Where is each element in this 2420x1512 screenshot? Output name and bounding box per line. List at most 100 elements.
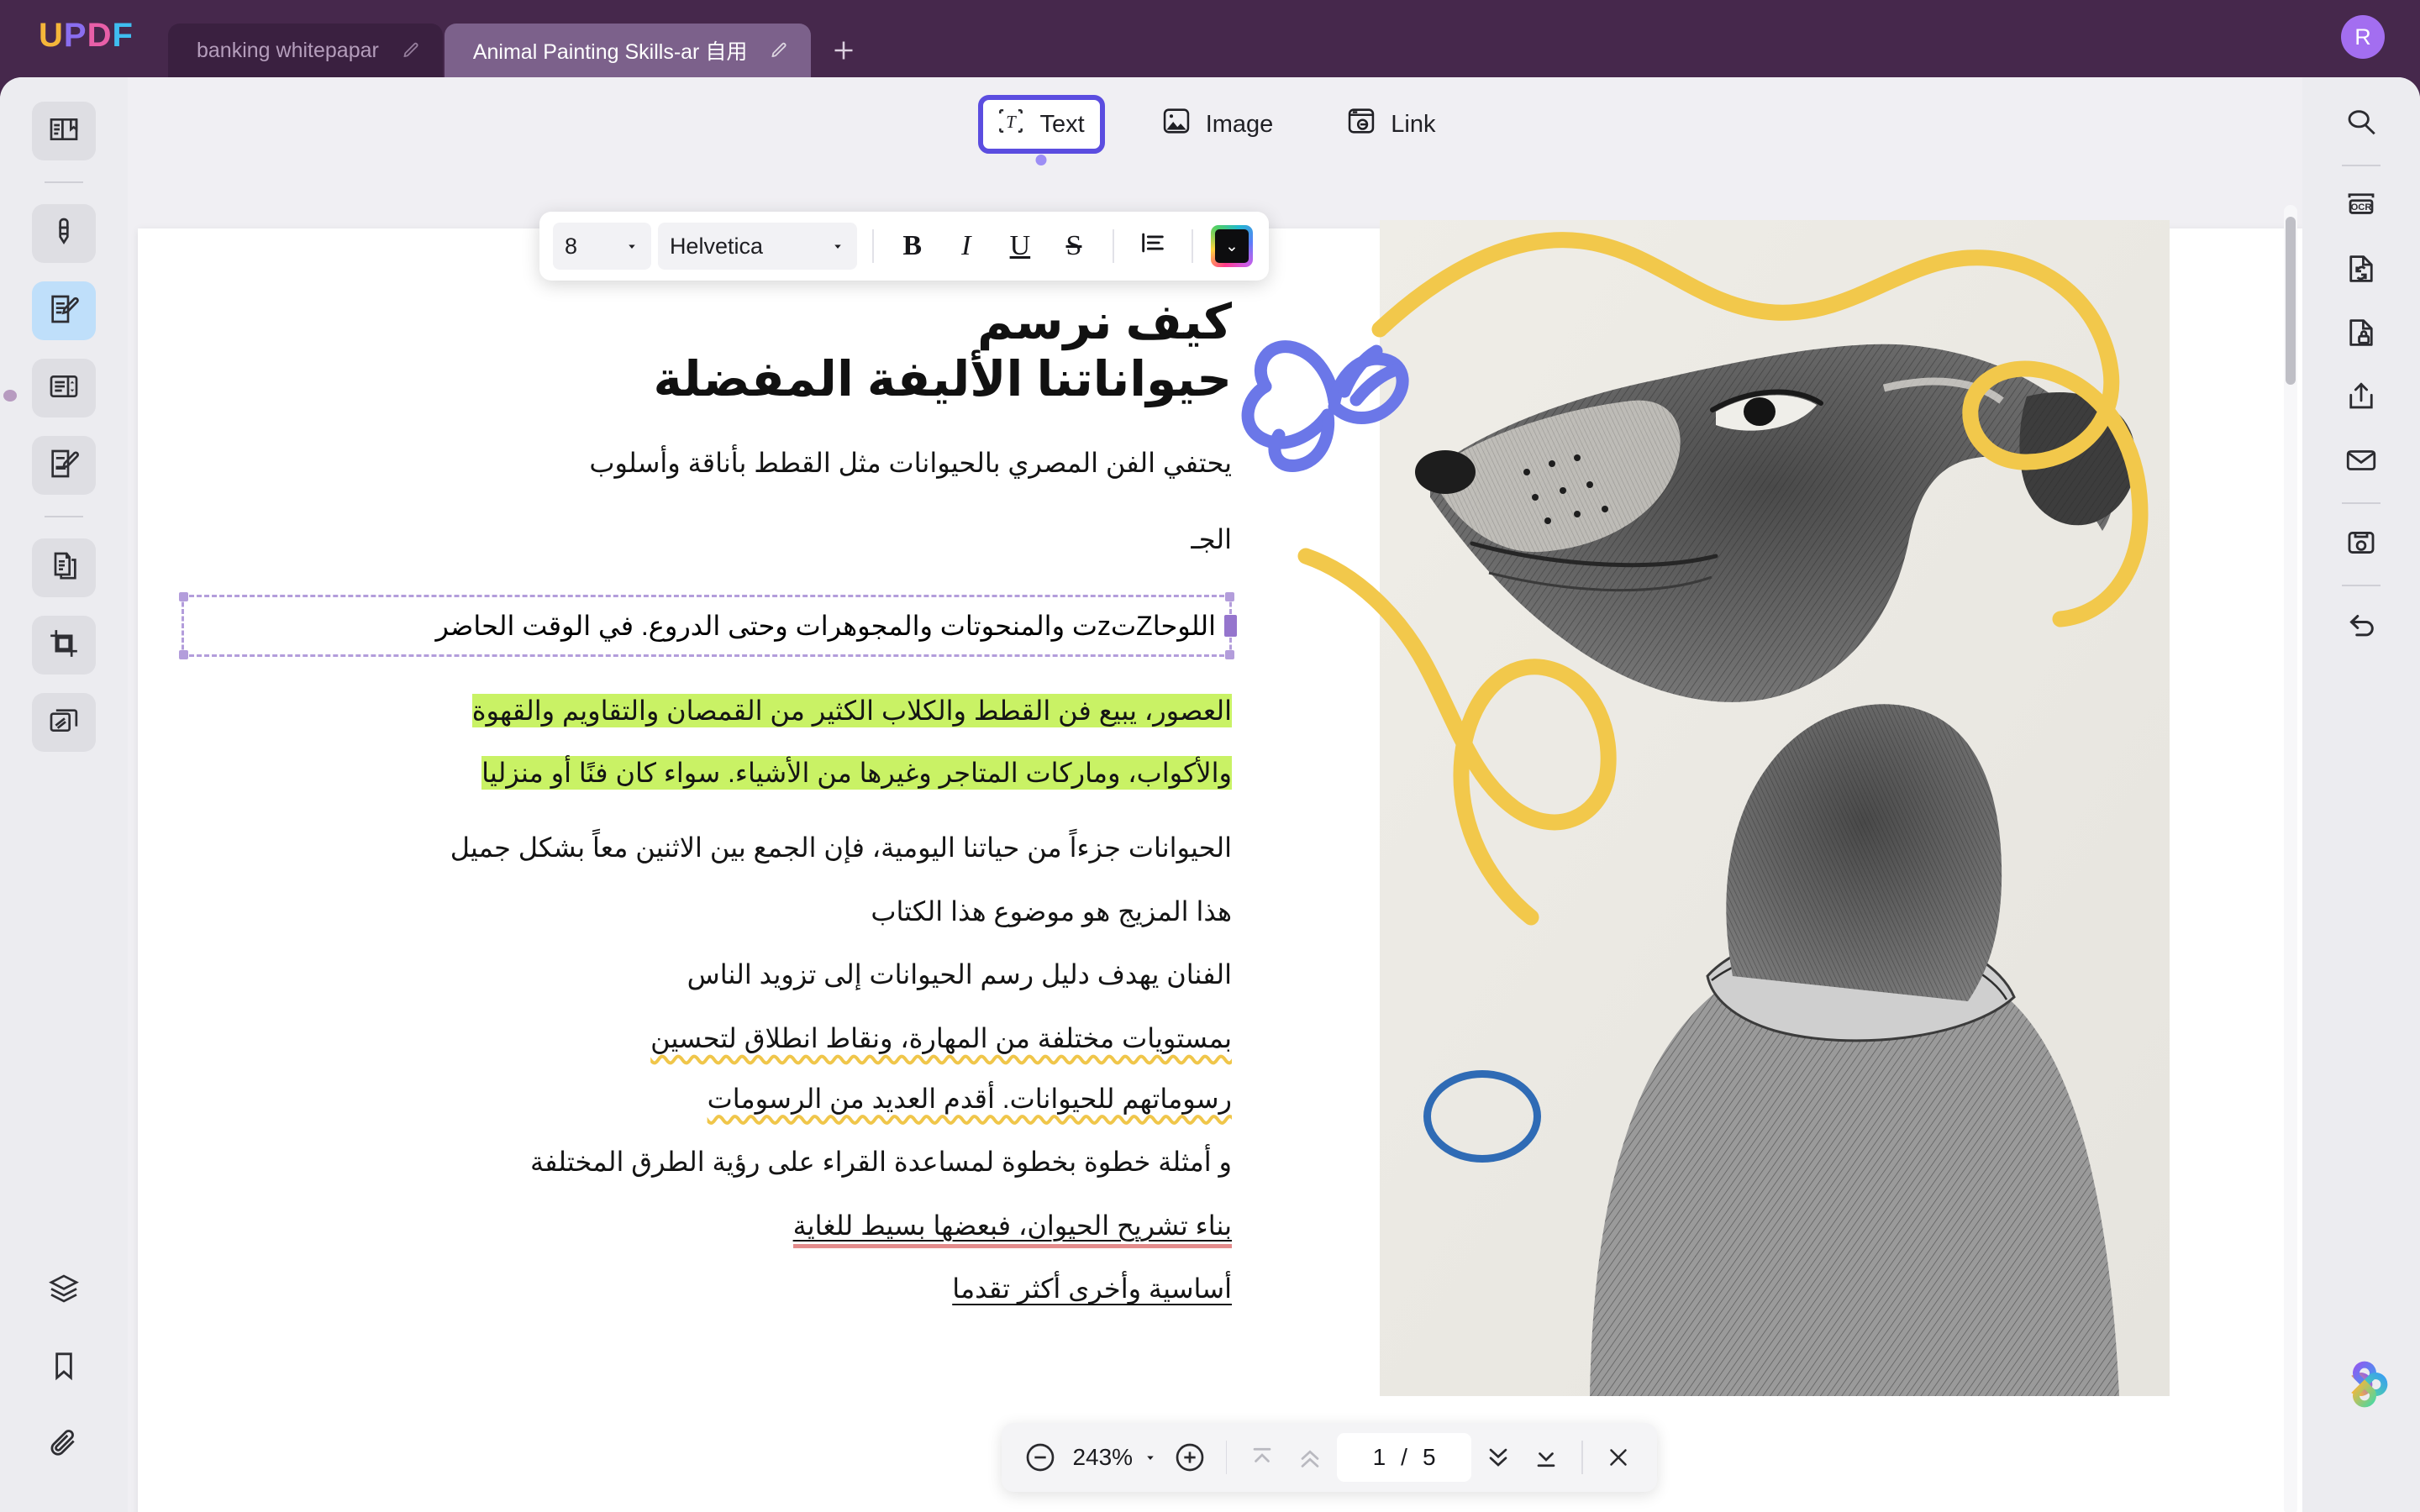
paragraph-11[interactable]: و أمثلة خطوة بخطوة لمساعدة القراء على رؤ… [182,1142,1232,1184]
first-page-button[interactable] [1242,1433,1282,1482]
undo-arrow-icon [2344,607,2379,647]
tab-text[interactable]: T Text [978,95,1105,154]
avatar[interactable]: R [2341,15,2385,59]
text-format-toolbar[interactable]: 8 Helvetica B I U S [539,212,1269,281]
color-swatch-chevron: ⌄ [1215,229,1249,263]
tab-image[interactable]: Image [1144,97,1291,152]
font-size-select[interactable]: 8 [553,223,651,270]
zoom-in-button[interactable] [1170,1433,1210,1482]
paragraph-1[interactable]: يحتفي الفن المصري بالحيوانات مثل القطط ب… [182,443,1232,485]
page-number-field[interactable]: 1 / 5 [1337,1433,1471,1482]
right-item-convert[interactable] [2329,239,2393,302]
right-item-undo[interactable] [2329,595,2393,659]
edit-document-icon [47,292,81,330]
sidebar-item-edit-pdf[interactable] [32,281,96,340]
paragraph-9[interactable]: بمستويات مختلفة من المهارة، ونقاط انطلاق… [182,1018,1232,1060]
next-page-button[interactable] [1478,1433,1518,1482]
sidebar-collapse-handle[interactable] [0,371,22,418]
resize-handle[interactable] [1225,650,1234,659]
align-button[interactable] [1129,222,1176,270]
zoom-level-value: 243% [1072,1444,1133,1471]
svg-text:OCR: OCR [2351,202,2372,212]
resize-handle[interactable] [179,650,188,659]
page-separator: / [1401,1444,1407,1471]
toolbar-divider [1192,229,1193,263]
vertical-scrollbar[interactable] [2284,205,2297,1512]
paragraph-2[interactable]: الجـ [182,519,1232,561]
paragraph-10[interactable]: رسوماتهم للحيوانات. أقدم العديد من الرسو… [182,1079,1232,1121]
active-text-edit-box[interactable]: اللوحاZتzت والمنحوتات والمجوهرات وحتى ال… [182,595,1232,657]
sidebar-item-comment[interactable] [32,204,96,263]
rail-divider [45,181,83,183]
font-family-select[interactable]: Helvetica [658,223,857,270]
right-item-search[interactable] [2329,92,2393,156]
image-dog-pencil-sketch[interactable] [1380,220,2170,1396]
bold-label: B [902,230,922,262]
close-nav-button[interactable] [1598,1433,1639,1482]
pencil-icon[interactable] [769,40,789,60]
tab-link[interactable]: Link [1328,97,1452,152]
sidebar-item-batch[interactable] [32,693,96,752]
underline-button[interactable]: U [997,222,1044,270]
paragraph-8[interactable]: الفنان يهدف دليل رسم الحيوانات إلى تزويد… [182,954,1232,996]
right-item-save-as[interactable] [2329,512,2393,576]
paragraph-13[interactable]: أساسية وأخرى أكثر تقدما [182,1268,1232,1310]
right-item-email[interactable] [2329,430,2393,494]
edit-mode-toolbar: T Text Image [128,77,2302,171]
paragraph-12[interactable]: بناء تشريح الحيوان، فبعضها بسيط للغاية [182,1205,1232,1247]
sidebar-item-crop[interactable] [32,616,96,675]
page-navigation-bar[interactable]: 243% 1 / 5 [1002,1423,1657,1492]
paperclip-icon [47,1426,81,1464]
right-item-share[interactable] [2329,366,2393,430]
file-sync-icon [2344,251,2379,291]
last-page-button[interactable] [1525,1433,1565,1482]
rail-divider [2342,502,2381,504]
nav-divider [1581,1441,1583,1474]
sketch-photo [1380,220,2170,1396]
highlighter-icon [47,215,81,253]
sidebar-item-bookmarks[interactable] [32,1338,96,1397]
tab-animal-painting-skills[interactable]: Animal Painting Skills-ar 自用 [445,24,812,77]
right-item-ocr[interactable]: OCR [2329,175,2393,239]
tab-label: Link [1391,111,1435,139]
scrollbar-thumb[interactable] [2286,217,2296,385]
chevron-down-icon [830,239,845,254]
sidebar-item-fill-sign[interactable] [32,436,96,495]
editing-paragraph[interactable]: اللوحاZتzت والمنحوتات والمجوهرات وحتى ال… [197,606,1216,646]
text-icon: T [995,105,1027,144]
chevron-down-icon [624,239,639,254]
pencil-icon[interactable] [401,40,421,60]
left-toolbar-bottom [0,1252,128,1483]
envelope-icon [2344,443,2379,482]
zoom-level-select[interactable]: 243% [1067,1444,1163,1471]
sidebar-item-layers[interactable] [32,1261,96,1320]
ocr-icon: OCR [2344,187,2379,227]
updf-ai-button[interactable] [2333,1354,2396,1418]
rail-divider [2342,165,2381,166]
italic-button[interactable]: I [943,222,990,270]
sidebar-item-organize-pages[interactable] [32,359,96,417]
resize-handle[interactable] [1225,592,1234,601]
right-item-protect[interactable] [2329,302,2393,366]
svg-text:T: T [1006,113,1017,132]
sidebar-item-reader-view[interactable] [32,102,96,160]
zoom-out-button[interactable] [1020,1433,1060,1482]
new-tab-button[interactable] [813,24,875,77]
sidebar-item-attachments[interactable] [32,1415,96,1474]
sidebar-item-convert[interactable] [32,538,96,597]
pdf-page[interactable]: كيف نرسم حيواناتنا الأليفة المفضلة يحتفي… [138,228,2302,1512]
paragraph-6[interactable]: الحيوانات جزءاً من حياتنا اليومية، فإن ا… [182,827,1232,869]
paragraph-5[interactable]: والأكواب، وماركات المتاجر وغيرها من الأش… [182,753,1232,795]
tab-banking-whitepapar[interactable]: banking whitepapar [168,24,443,77]
bold-button[interactable]: B [889,222,936,270]
logo-letter-f: F [112,17,133,54]
resize-handle[interactable] [179,592,188,601]
tab-title: Animal Painting Skills-ar 自用 [473,35,748,66]
strikethrough-button[interactable]: S [1050,222,1097,270]
rail-divider [2342,585,2381,586]
paragraph-7[interactable]: هذا المزيج هو موضوع هذا الكتاب [182,891,1232,933]
prev-page-button[interactable] [1290,1433,1330,1482]
paragraph-4[interactable]: العصور، يبيع فن القطط والكلاب الكثير من … [182,690,1232,732]
document-canvas[interactable]: كيف نرسم حيواناتنا الأليفة المفضلة يحتفي… [128,171,2302,1512]
text-color-button[interactable]: ⌄ [1208,222,1255,270]
